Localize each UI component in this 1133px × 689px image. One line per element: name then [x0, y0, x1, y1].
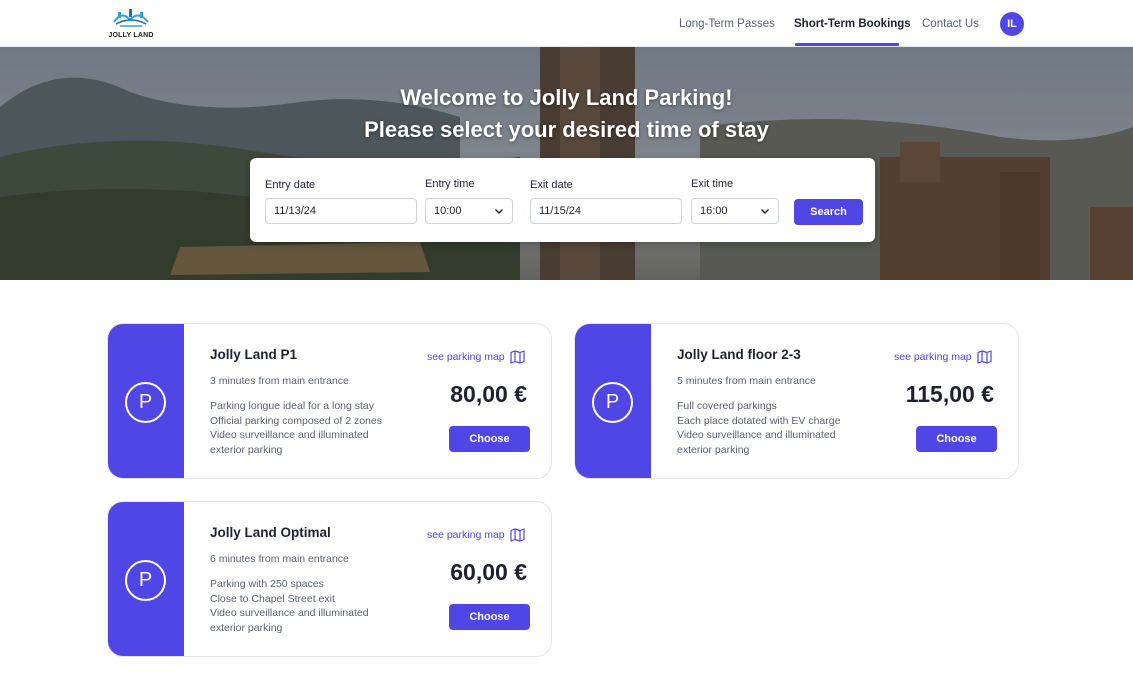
exit-date-input[interactable]: 11/15/24 [530, 198, 682, 224]
parking-card-p1: P Jolly Land P1 see parking map 3 minute… [107, 323, 552, 479]
see-parking-map-link[interactable]: see parking map [427, 350, 525, 364]
parking-distance: 3 minutes from main entrance [210, 375, 349, 387]
entry-date-label: Entry date [265, 179, 316, 191]
description-line: Video surveillance and illuminated [210, 429, 369, 442]
jolly-land-logo[interactable]: JOLLY LAND [108, 6, 154, 42]
choose-button[interactable]: Choose [449, 426, 530, 452]
parking-card-optimal: P Jolly Land Optimal see parking map 6 m… [107, 501, 552, 657]
nav-short-term-bookings[interactable]: Short-Term Bookings [794, 18, 911, 30]
nav-long-term-passes[interactable]: Long-Term Passes [679, 18, 775, 30]
top-navbar: JOLLY LAND Long-Term Passes Short-Term B… [0, 0, 1133, 47]
parking-icon: P [125, 382, 166, 423]
choose-button[interactable]: Choose [916, 426, 997, 452]
parking-icon: P [125, 560, 166, 601]
active-tab-indicator [795, 43, 899, 46]
parking-icon: P [592, 382, 633, 423]
description-line: exterior parking [210, 443, 283, 456]
user-avatar[interactable]: IL [1000, 12, 1024, 36]
description-line: Full covered parkings [677, 400, 777, 412]
hero-title-line2: Please select your desired time of stay [364, 117, 769, 142]
map-link-label: see parking map [427, 351, 505, 363]
exit-time-value: 16:00 [700, 205, 728, 217]
parking-description: Parking longue ideal for a long stay Off… [210, 399, 410, 457]
description-line: Close to Chapel Street exit [210, 592, 335, 605]
hero-title-line1: Welcome to Jolly Land Parking! [400, 85, 733, 110]
parking-name: Jolly Land floor 2-3 [677, 347, 801, 362]
description-line: exterior parking [210, 621, 283, 634]
logo-icon [113, 9, 149, 27]
time-of-stay-form: Entry date 11/13/24 Entry time 10:00 Exi… [250, 158, 875, 242]
see-parking-map-link[interactable]: see parking map [894, 350, 992, 364]
entry-date-value: 11/13/24 [274, 205, 317, 217]
description-line: Parking with 250 spaces [210, 578, 324, 590]
description-line: exterior parking [677, 443, 750, 456]
choose-button[interactable]: Choose [449, 604, 530, 630]
logo-text: JOLLY LAND [108, 32, 154, 39]
parking-card-floor-2-3: P Jolly Land floor 2-3 see parking map 5… [574, 323, 1019, 479]
entry-date-input[interactable]: 11/13/24 [265, 198, 417, 224]
parking-description: Parking with 250 spaces Close to Chapel … [210, 577, 410, 635]
card-side-panel: P [575, 324, 651, 478]
nav-contact-us[interactable]: Contact Us [922, 18, 979, 30]
card-side-panel: P [108, 324, 184, 478]
see-parking-map-link[interactable]: see parking map [427, 528, 525, 542]
exit-time-label: Exit time [691, 178, 734, 190]
parking-price: 115,00 € [905, 381, 994, 407]
exit-time-select[interactable]: 16:00 [691, 198, 779, 224]
parking-description: Full covered parkings Each place dotated… [677, 399, 877, 457]
description-line: Video surveillance and illuminated [210, 607, 369, 620]
chevron-down-icon [495, 209, 503, 214]
entry-time-label: Entry time [425, 178, 475, 190]
entry-time-value: 10:00 [434, 205, 462, 217]
map-link-label: see parking map [894, 351, 972, 363]
entry-time-select[interactable]: 10:00 [425, 198, 513, 224]
parking-distance: 6 minutes from main entrance [210, 553, 349, 565]
map-icon [510, 350, 525, 364]
map-icon [977, 350, 992, 364]
exit-date-label: Exit date [530, 179, 573, 191]
map-icon [510, 528, 525, 542]
parking-name: Jolly Land Optimal [210, 525, 331, 540]
card-side-panel: P [108, 502, 184, 656]
description-line: Each place dotated with EV charge [677, 414, 841, 427]
exit-date-value: 11/15/24 [539, 205, 582, 217]
map-link-label: see parking map [427, 529, 505, 541]
parking-price: 80,00 € [450, 381, 527, 407]
description-line: Video surveillance and illuminated [677, 429, 836, 442]
description-line: Parking longue ideal for a long stay [210, 400, 375, 412]
description-line: Official parking composed of 2 zones [210, 414, 382, 427]
search-button[interactable]: Search [794, 199, 863, 225]
parking-name: Jolly Land P1 [210, 347, 298, 362]
parking-price: 60,00 € [450, 559, 527, 585]
parking-distance: 5 minutes from main entrance [677, 375, 816, 387]
chevron-down-icon [761, 209, 769, 214]
